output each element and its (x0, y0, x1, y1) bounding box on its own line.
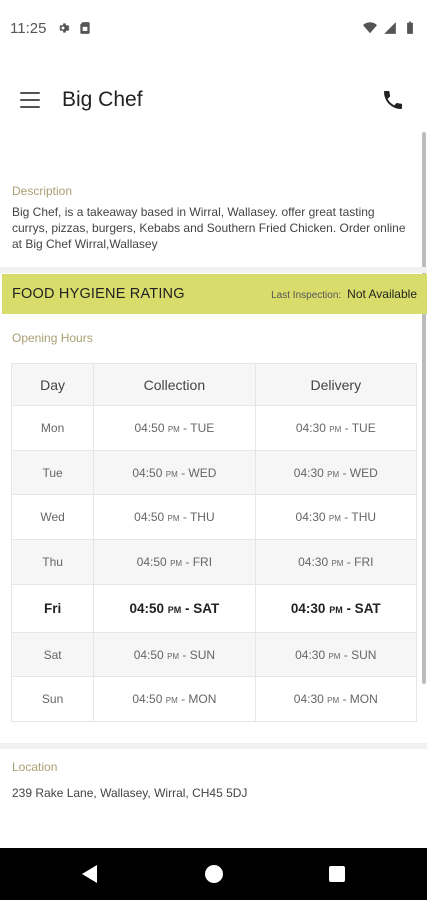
location-address: 239 Rake Lane, Wallasey, Wirral, CH45 5D… (12, 786, 248, 800)
back-icon[interactable] (82, 865, 97, 883)
table-row: Sat 04:50 PM - SUN 04:30 PM - SUN (10, 631, 418, 678)
sim-card-icon (80, 22, 91, 34)
collection-cell: 04:50 PM - SAT (93, 583, 256, 633)
delivery-cell: 04:30 PM - MON (254, 676, 418, 723)
signal-icon (384, 22, 396, 34)
day-cell: Sat (10, 631, 95, 678)
opening-hours-label: Opening Hours (12, 331, 93, 345)
collection-cell: 04:50 PM - THU (93, 494, 256, 541)
last-inspection-label: Last Inspection: (271, 290, 342, 301)
day-cell: Sun (10, 676, 95, 723)
header-collection: Collection (93, 363, 256, 406)
day-cell: Wed (10, 494, 95, 541)
scrollbar[interactable] (422, 132, 426, 684)
collection-cell: 04:50 PM - FRI (93, 539, 256, 585)
menu-icon[interactable] (20, 92, 40, 108)
status-time: 11:25 (10, 19, 47, 37)
gear-icon (59, 23, 70, 33)
opening-hours-table: Day Collection Delivery Mon 04:50 PM - T… (10, 363, 418, 723)
app-bar: Big Chef (0, 70, 427, 130)
collection-cell: 04:50 PM - SUN (93, 631, 256, 678)
phone-icon[interactable] (381, 88, 405, 112)
delivery-cell: 04:30 PM - FRI (254, 539, 418, 585)
wifi-icon (363, 22, 377, 34)
header-delivery: Delivery (254, 363, 418, 406)
day-cell: Mon (10, 405, 95, 451)
day-cell: Fri (10, 583, 95, 633)
table-row: Mon 04:50 PM - TUE 04:30 PM - TUE (10, 405, 418, 451)
day-cell: Tue (10, 449, 95, 496)
table-row: Wed 04:50 PM - THU 04:30 PM - THU (10, 494, 418, 541)
last-inspection-value: Not Available (347, 287, 417, 301)
home-icon[interactable] (205, 865, 223, 883)
table-row: Sun 04:50 PM - MON 04:30 PM - MON (10, 676, 418, 723)
divider (0, 743, 427, 749)
collection-cell: 04:50 PM - WED (93, 449, 256, 496)
delivery-cell: 04:30 PM - TUE (254, 405, 418, 451)
delivery-cell: 04:30 PM - THU (254, 494, 418, 541)
table-row: Thu 04:50 PM - FRI 04:30 PM - FRI (10, 539, 418, 585)
location-label: Location (12, 760, 58, 774)
collection-cell: 04:50 PM - TUE (93, 405, 256, 451)
status-bar: 11:25 (0, 0, 427, 56)
hygiene-inspection: Last Inspection: Not Available (271, 287, 417, 301)
table-row-today: Fri 04:50 PM - SAT 04:30 PM - SAT (10, 583, 418, 633)
collection-cell: 04:50 PM - MON (93, 676, 256, 723)
table-row: Tue 04:50 PM - WED 04:30 PM - WED (10, 449, 418, 496)
day-cell: Thu (10, 539, 95, 585)
delivery-cell: 04:30 PM - SUN (254, 631, 418, 678)
food-hygiene-banner: FOOD HYGIENE RATING Last Inspection: Not… (2, 274, 427, 314)
delivery-cell: 04:30 PM - WED (254, 449, 418, 496)
recents-icon[interactable] (329, 866, 345, 882)
app-title: Big Chef (62, 88, 143, 111)
delivery-cell: 04:30 PM - SAT (254, 583, 418, 633)
description-label: Description (12, 184, 73, 198)
battery-icon (407, 21, 413, 34)
hygiene-title: FOOD HYGIENE RATING (12, 286, 185, 302)
header-day: Day (10, 363, 95, 406)
divider (0, 267, 427, 273)
status-icons-right (363, 21, 417, 35)
status-icons-left (56, 21, 92, 35)
system-nav-bar (0, 848, 427, 900)
description-text: Big Chef, is a takeaway based in Wirral,… (12, 205, 406, 251)
